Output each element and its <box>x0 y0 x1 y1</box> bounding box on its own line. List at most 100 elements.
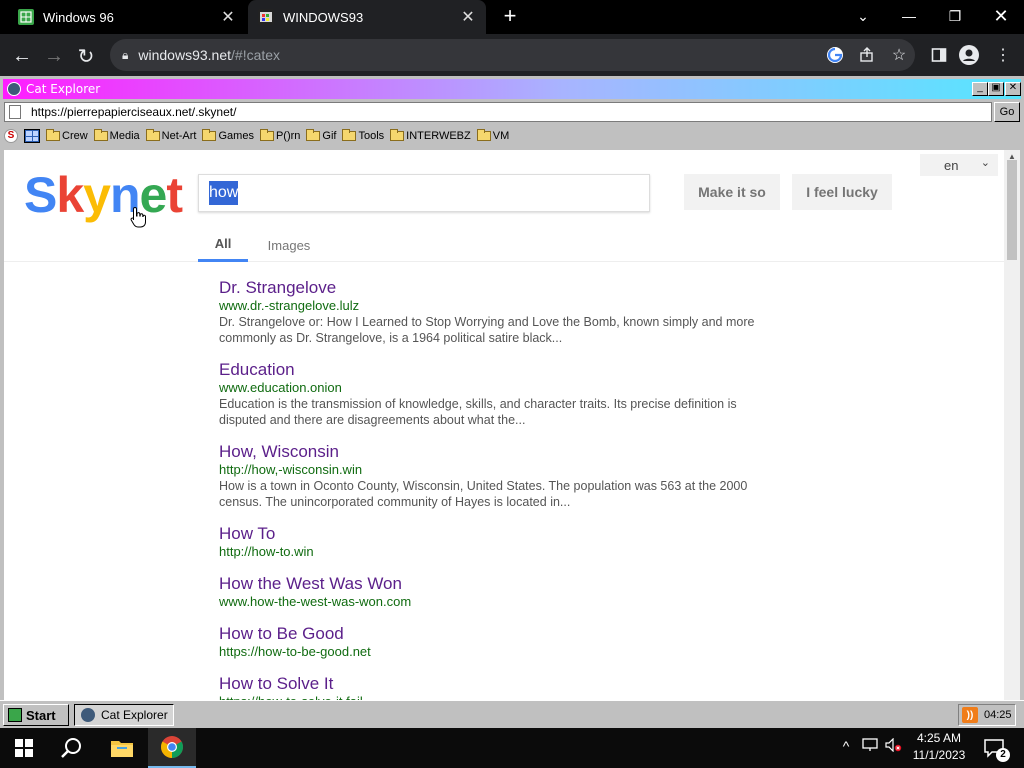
skynet-page: en ⌄ Skynet how Make it so I feel lucky … <box>4 150 1004 766</box>
address-host: windows93.net <box>138 47 232 63</box>
result-title-link[interactable]: How to Be Good <box>219 624 779 644</box>
windows-start-icon[interactable] <box>0 728 48 768</box>
share-icon[interactable] <box>856 44 878 66</box>
cat-explorer-address-input[interactable]: https://pierrepapierciseaux.net/.skynet/ <box>4 102 992 122</box>
bookmark-porn[interactable]: P()rn <box>259 129 300 142</box>
result-url: www.how-the-west-was-won.com <box>219 594 412 609</box>
tab-search-chevron-icon[interactable]: ⌄ <box>840 0 886 32</box>
result-title-link[interactable]: How, Wisconsin <box>219 442 779 462</box>
desktop-bookmark-icon[interactable] <box>24 129 40 143</box>
hand-cursor-icon <box>130 206 146 228</box>
result-description: How is a town in Oconto County, Wisconsi… <box>219 479 748 509</box>
chevron-down-icon: ⌄ <box>980 157 990 169</box>
folder-icon <box>306 129 321 141</box>
i-feel-lucky-button[interactable]: I feel lucky <box>792 174 892 210</box>
close-window-button[interactable]: ✕ <box>978 0 1024 32</box>
logo-letter: y <box>83 167 111 223</box>
bookmark-interwebz[interactable]: INTERWEBZ <box>390 129 471 142</box>
tab-images[interactable]: Images <box>258 228 320 262</box>
logo-letter: S <box>24 167 57 223</box>
bookmark-media[interactable]: Media <box>93 129 140 142</box>
start-button[interactable]: Start <box>3 704 69 726</box>
bookmark-crew[interactable]: Crew <box>46 129 88 142</box>
minimize-icon[interactable]: _ <box>972 82 988 96</box>
start-logo-icon <box>8 708 22 722</box>
result-url: https://how-to-be-good.net <box>219 644 371 659</box>
address-path: /#!catex <box>231 47 281 63</box>
side-panel-icon[interactable] <box>928 44 950 66</box>
bookmark-tools[interactable]: Tools <box>342 129 384 142</box>
w96-taskbar: Start Cat Explorer )) 04:25 <box>0 700 1024 728</box>
chrome-icon[interactable] <box>148 728 196 768</box>
tab-title: Windows 96 <box>43 9 114 25</box>
make-it-so-button[interactable]: Make it so <box>684 174 780 210</box>
skynet-bookmark-icon[interactable]: S <box>4 129 18 143</box>
bookmark-net-art[interactable]: Net-Art <box>145 129 196 142</box>
search-icon[interactable] <box>48 728 96 768</box>
new-tab-button[interactable]: + <box>498 4 522 30</box>
reload-button[interactable]: ↻ <box>72 42 100 70</box>
folder-icon <box>46 129 60 141</box>
result-description: Dr. Strangelove or: How I Learned to Sto… <box>219 315 755 345</box>
lock-icon: 🔒︎ <box>122 47 129 62</box>
search-query: how <box>209 181 239 205</box>
language-select[interactable]: en ⌄ <box>920 154 998 176</box>
cat-explorer-window: Cat Explorer _ ▣ ✕ https://pierrepapierc… <box>0 76 1024 766</box>
result-title-link[interactable]: How To <box>219 524 779 544</box>
folder-icon <box>202 129 217 141</box>
address-bar[interactable]: 🔒︎ windows93.net/#!catex <box>110 39 915 71</box>
search-result: How, Wisconsin http://how,-wisconsin.win… <box>219 442 779 510</box>
skynet-logo[interactable]: Skynet <box>24 166 183 224</box>
file-explorer-icon[interactable] <box>98 728 146 768</box>
scrollbar-thumb[interactable] <box>1007 160 1017 260</box>
show-hidden-icons-chevron-icon[interactable]: ^ <box>836 738 856 754</box>
window-title: Cat Explorer <box>26 82 101 96</box>
tab-windows-96[interactable]: Windows 96 ✕ <box>8 0 246 34</box>
folder-icon <box>93 129 108 141</box>
bookmark-star-icon[interactable]: ☆ <box>888 44 910 66</box>
search-input[interactable]: how <box>198 174 650 212</box>
close-tab-icon[interactable]: ✕ <box>460 7 476 27</box>
profile-avatar-icon[interactable] <box>958 44 980 66</box>
result-title-link[interactable]: Education <box>219 360 779 380</box>
cat-explorer-url: https://pierrepapierciseaux.net/.skynet/ <box>31 105 237 119</box>
search-result: Education www.education.onion Education … <box>219 360 779 428</box>
windows-taskbar: ^ 4:25 AM 11/1/2023 2 <box>0 728 1024 768</box>
folder-icon <box>476 129 491 141</box>
bookmark-vm[interactable]: VM <box>476 129 509 142</box>
volume-muted-icon[interactable] <box>884 737 904 755</box>
page-scrollbar[interactable]: ▲ ▼ <box>1004 150 1020 766</box>
system-clock[interactable]: 4:25 AM 11/1/2023 <box>906 730 972 764</box>
maximize-icon[interactable]: ▣ <box>988 82 1004 96</box>
close-tab-icon[interactable]: ✕ <box>220 7 236 27</box>
chrome-menu-icon[interactable]: ⋮ <box>992 44 1014 66</box>
tab-all[interactable]: All <box>198 228 248 262</box>
tab-windows93[interactable]: WINDOWS93 ✕ <box>248 0 486 34</box>
google-lens-icon[interactable] <box>824 44 846 66</box>
bookmarks-bar: S Crew Media Net-Art Games P()rn Gif Too… <box>4 126 1020 146</box>
folder-icon <box>390 129 405 141</box>
search-result: Dr. Strangelove www.dr.-strangelove.lulz… <box>219 278 779 346</box>
cat-explorer-titlebar[interactable]: Cat Explorer <box>3 79 1021 99</box>
taskbar-item-cat-explorer[interactable]: Cat Explorer <box>74 704 174 726</box>
folder-icon <box>342 129 357 141</box>
browser-toolbar: ← → ↻ 🔒︎ windows93.net/#!catex ☆ ⋮ <box>0 34 1024 76</box>
result-title-link[interactable]: Dr. Strangelove <box>219 278 779 298</box>
result-title-link[interactable]: How to Solve It <box>219 674 779 694</box>
result-title-link[interactable]: How the West Was Won <box>219 574 779 594</box>
forward-button[interactable]: → <box>40 42 68 70</box>
restore-window-button[interactable]: ❐ <box>932 0 978 32</box>
network-icon[interactable] <box>860 738 880 755</box>
windows96-favicon-icon <box>18 9 34 25</box>
result-url: www.dr.-strangelove.lulz <box>219 298 360 313</box>
close-icon[interactable]: ✕ <box>1005 82 1021 96</box>
minimize-window-button[interactable]: — <box>886 0 932 32</box>
bookmark-games[interactable]: Games <box>202 129 254 142</box>
folder-icon <box>259 129 274 141</box>
go-button[interactable]: Go <box>994 102 1020 122</box>
notification-center-icon[interactable]: 2 <box>980 734 1010 762</box>
page-icon <box>9 105 21 119</box>
back-button[interactable]: ← <box>8 42 36 70</box>
bookmark-gif[interactable]: Gif <box>306 129 336 142</box>
rss-icon[interactable]: )) <box>962 707 978 723</box>
